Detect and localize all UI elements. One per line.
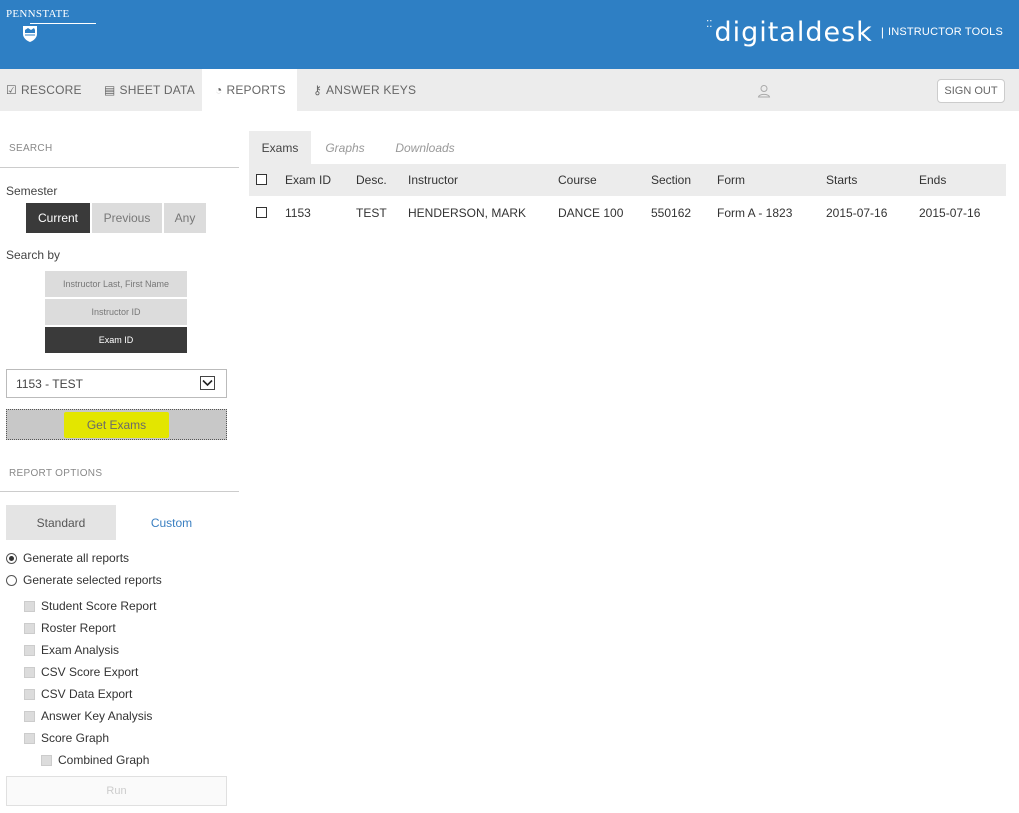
- generate-all-radio[interactable]: Generate all reports: [6, 550, 129, 566]
- nav-reports-label: REPORTS: [226, 83, 286, 97]
- semester-label: Semester: [6, 184, 58, 198]
- cell-desc: TEST: [356, 206, 387, 220]
- report-options-divider: [0, 491, 239, 492]
- search-by-label: Search by: [6, 248, 61, 262]
- get-exams-label: Get Exams: [63, 411, 170, 438]
- report-checkbox-roster[interactable]: Roster Report: [24, 620, 116, 636]
- check-square-icon: ☑: [6, 83, 17, 97]
- run-button[interactable]: Run: [6, 776, 227, 806]
- cell-course: DANCE 100: [558, 206, 624, 220]
- cell-ends: 2015-07-16: [919, 206, 981, 220]
- checkbox-icon: [24, 622, 35, 634]
- cell-form: Form A - 1823: [717, 206, 793, 220]
- nav-rescore[interactable]: ☑ RESCORE: [6, 69, 82, 111]
- sheet-icon: ▤: [104, 83, 116, 97]
- tab-custom[interactable]: Custom: [116, 505, 227, 540]
- column-header-form[interactable]: Form: [717, 173, 745, 187]
- report-label: Exam Analysis: [41, 643, 120, 657]
- report-checkbox-exam-analysis[interactable]: Exam Analysis: [24, 642, 119, 658]
- report-label: Score Graph: [41, 731, 110, 745]
- column-header-course[interactable]: Course: [558, 173, 597, 187]
- search-by-instructor-name-button[interactable]: Instructor Last, First Name: [45, 271, 187, 297]
- report-checkbox-student-score[interactable]: Student Score Report: [24, 598, 156, 614]
- radio-unselected-icon: [6, 574, 17, 586]
- tab-downloads[interactable]: Downloads: [383, 131, 467, 164]
- search-by-instructor-id-button[interactable]: Instructor ID: [45, 299, 187, 325]
- column-header-ends[interactable]: Ends: [919, 173, 946, 187]
- brand-subtitle: INSTRUCTOR TOOLS: [887, 26, 1003, 38]
- column-header-section[interactable]: Section: [651, 173, 691, 187]
- report-label: Answer Key Analysis: [41, 709, 153, 723]
- chevron-down-glyph: [202, 379, 213, 387]
- nav-answer-keys[interactable]: ⚷ ANSWER KEYS: [313, 69, 416, 111]
- checkbox-icon: [24, 644, 35, 656]
- main-nav: ☑ RESCORE ▤ SHEET DATA ◔ REPORTS ⚷ ANSWE…: [0, 69, 1019, 111]
- search-section-title: SEARCH: [9, 143, 53, 154]
- report-label: Roster Report: [41, 621, 116, 635]
- tab-graphs[interactable]: Graphs: [313, 131, 377, 164]
- exam-select[interactable]: 1153 - TEST: [6, 369, 227, 398]
- digitaldesk-brand: ⁚⁚ digitaldesk | INSTRUCTOR TOOLS: [706, 16, 1003, 48]
- nav-rescore-label: RESCORE: [20, 83, 82, 97]
- university-name: PENNSTATE: [6, 8, 70, 20]
- brand-name: digitaldesk: [714, 16, 873, 48]
- column-header-desc[interactable]: Desc.: [356, 173, 387, 187]
- app-header: PENNSTATE ⁚⁚ digitaldesk | INSTRUCTOR TO…: [0, 0, 1019, 69]
- select-all-checkbox[interactable]: [256, 174, 267, 185]
- nav-answer-keys-label: ANSWER KEYS: [326, 83, 417, 97]
- checkbox-icon: [24, 666, 35, 678]
- cell-section: 550162: [651, 206, 692, 220]
- generate-all-label: Generate all reports: [23, 551, 130, 565]
- radio-selected-icon: [6, 552, 17, 564]
- semester-any-button[interactable]: Any: [164, 203, 206, 233]
- generate-selected-label: Generate selected reports: [23, 573, 162, 587]
- report-options-title: REPORT OPTIONS: [9, 468, 103, 479]
- column-header-starts[interactable]: Starts: [826, 173, 857, 187]
- tab-exams[interactable]: Exams: [249, 131, 311, 164]
- row-checkbox[interactable]: [256, 207, 267, 218]
- shield-icon: [23, 26, 37, 42]
- search-by-exam-id-button[interactable]: Exam ID: [45, 327, 187, 353]
- report-label: CSV Data Export: [41, 687, 133, 701]
- checkbox-icon: [24, 600, 35, 612]
- sign-out-button[interactable]: SIGN OUT: [937, 79, 1005, 103]
- cell-starts: 2015-07-16: [826, 206, 888, 220]
- key-icon: ⚷: [313, 83, 322, 97]
- checkbox-icon: [24, 732, 35, 744]
- nav-sheet-data-label: SHEET DATA: [119, 83, 195, 97]
- penn-state-logo[interactable]: PENNSTATE: [6, 8, 96, 48]
- semester-previous-button[interactable]: Previous: [92, 203, 162, 233]
- search-divider: [0, 167, 239, 168]
- nav-sheet-data[interactable]: ▤ SHEET DATA: [104, 69, 195, 111]
- report-checkbox-csv-score-export[interactable]: CSV Score Export: [24, 664, 138, 680]
- pie-chart-icon: ◔: [215, 83, 223, 97]
- nav-reports[interactable]: ◔ REPORTS: [202, 69, 297, 111]
- checkbox-icon: [41, 754, 52, 766]
- get-exams-button[interactable]: Get Exams: [6, 409, 227, 440]
- brand-separator: |: [880, 25, 884, 39]
- cell-instructor: HENDERSON, MARK: [408, 206, 527, 220]
- column-header-exam-id[interactable]: Exam ID: [285, 173, 331, 187]
- report-label: Combined Graph: [58, 753, 150, 767]
- semester-current-button[interactable]: Current: [26, 203, 90, 233]
- user-icon[interactable]: [757, 84, 771, 98]
- search-sidebar: SEARCH Semester Current Previous Any Sea…: [0, 111, 239, 813]
- tab-standard[interactable]: Standard: [6, 505, 116, 540]
- report-checkbox-csv-data-export[interactable]: CSV Data Export: [24, 686, 132, 702]
- logo-underline: [30, 23, 96, 24]
- checkbox-icon: [24, 710, 35, 722]
- report-checkbox-answer-key-analysis[interactable]: Answer Key Analysis: [24, 708, 152, 724]
- report-checkbox-score-graph[interactable]: Score Graph: [24, 730, 109, 746]
- chevron-down-icon[interactable]: [200, 376, 215, 390]
- column-header-instructor[interactable]: Instructor: [408, 173, 458, 187]
- brand-dots-icon: ⁚⁚: [706, 18, 713, 30]
- report-checkbox-combined-graph[interactable]: Combined Graph: [41, 752, 149, 768]
- checkbox-icon: [24, 688, 35, 700]
- exam-select-value: 1153 - TEST: [16, 376, 83, 391]
- generate-selected-radio[interactable]: Generate selected reports: [6, 572, 162, 588]
- report-label: Student Score Report: [41, 599, 157, 613]
- report-label: CSV Score Export: [41, 665, 139, 679]
- cell-exam-id: 1153: [285, 206, 311, 220]
